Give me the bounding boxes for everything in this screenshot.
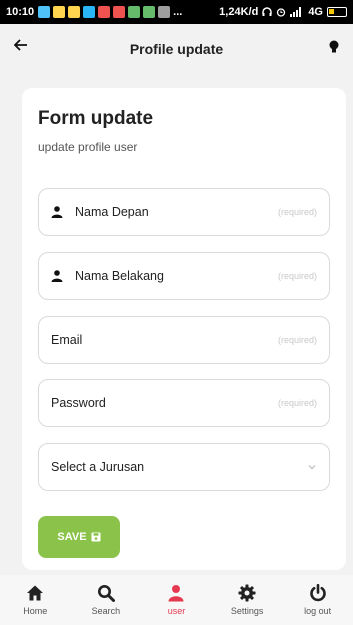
person-icon: [51, 270, 63, 282]
nav-item-logout[interactable]: log out: [288, 584, 348, 616]
jurusan-select[interactable]: Select a Jurusan: [38, 443, 330, 491]
notification-icon: [38, 6, 51, 18]
status-right: 1,24K/d 4G: [219, 6, 347, 18]
nav-item-search[interactable]: Search: [76, 584, 136, 616]
notification-icon: [158, 6, 171, 18]
headphones-icon: [262, 7, 273, 16]
required-hint: (required): [277, 271, 317, 281]
form-subtitle: update profile user: [38, 140, 138, 154]
nav-label: Home: [23, 606, 48, 616]
home-icon: [27, 585, 44, 601]
floppy-disk-icon: [91, 532, 101, 542]
required-hint: (required): [277, 335, 317, 345]
user-icon: [168, 585, 184, 602]
network-speed: 1,24K/d: [219, 6, 259, 18]
first-name-field[interactable]: Nama Depan (required): [38, 188, 330, 236]
nav-label: Settings: [230, 606, 264, 616]
notification-icon: [113, 6, 126, 18]
first-name-placeholder: Nama Depan: [75, 205, 149, 219]
search-icon: [97, 585, 115, 602]
alarm-icon: [277, 8, 286, 17]
save-button[interactable]: SAVE: [38, 516, 120, 558]
notification-icons: ...: [38, 6, 182, 18]
page-title: Profile update: [129, 41, 224, 57]
password-placeholder: Password: [51, 396, 106, 410]
notification-icon: [68, 6, 81, 18]
network-type: 4G: [308, 6, 323, 18]
nav-item-home[interactable]: Home: [5, 584, 65, 616]
lightbulb-icon[interactable]: [329, 40, 339, 54]
status-time: 10:10: [6, 6, 35, 18]
nav-label: Search: [91, 606, 121, 616]
person-icon: [51, 206, 63, 218]
notification-icon: [98, 6, 111, 18]
overflow-indicator: ...: [173, 6, 183, 18]
app-bar: Profile update: [0, 24, 353, 74]
nav-label: user: [167, 606, 186, 616]
email-field[interactable]: Email (required): [38, 316, 330, 364]
form-card: Form update update profile user Nama Dep…: [22, 88, 346, 570]
bottom-navigation: Home Search user Settings log out: [0, 575, 353, 625]
battery-icon: [327, 7, 347, 17]
form-title: Form update: [38, 108, 154, 129]
email-placeholder: Email: [51, 333, 83, 347]
power-icon: [309, 584, 326, 602]
chevron-down-icon: [308, 465, 316, 470]
save-button-label: SAVE: [57, 531, 87, 543]
nav-label: log out: [304, 606, 332, 616]
status-bar: 10:10 ... 1,24K/d 4G: [0, 0, 353, 24]
nav-item-settings[interactable]: Settings: [217, 584, 277, 616]
notification-icon: [53, 6, 66, 18]
jurusan-select-value: Select a Jurusan: [51, 460, 145, 474]
required-hint: (required): [277, 398, 317, 408]
signal-icon: [290, 7, 302, 17]
last-name-field[interactable]: Nama Belakang (required): [38, 252, 330, 300]
password-field[interactable]: Password (required): [38, 379, 330, 427]
notification-icon: [143, 6, 156, 18]
back-arrow-icon[interactable]: [14, 38, 28, 52]
nav-item-user[interactable]: user: [146, 584, 206, 616]
gear-icon: [238, 584, 256, 602]
notification-icon: [83, 6, 96, 18]
last-name-placeholder: Nama Belakang: [75, 269, 164, 283]
required-hint: (required): [277, 207, 317, 217]
notification-icon: [128, 6, 141, 18]
